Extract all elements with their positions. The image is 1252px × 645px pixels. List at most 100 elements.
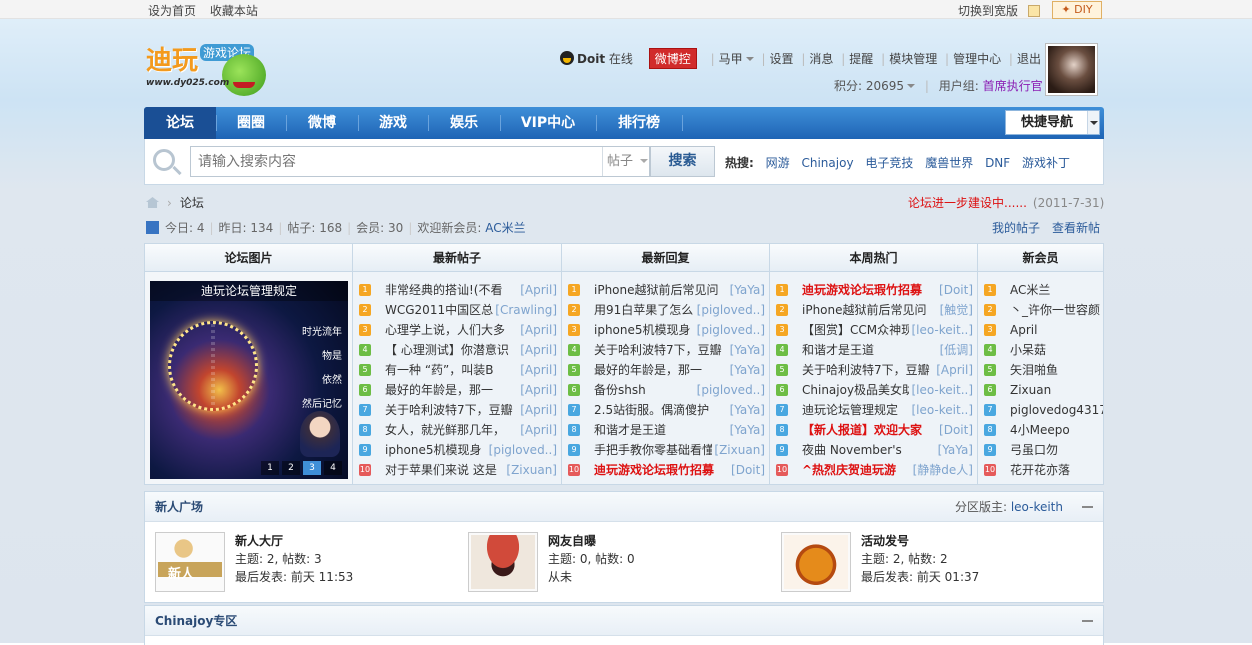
thread-title-link[interactable]: 【新人报道】欢迎大家: [802, 420, 922, 440]
member-name-link[interactable]: 花开花亦落: [1010, 460, 1070, 480]
thread-title-link[interactable]: 心理学上说，人们大多: [385, 320, 505, 340]
quick-nav-dropdown[interactable]: 快捷导航: [1005, 110, 1100, 135]
thread-title-link[interactable]: 用91白苹果了怎么: [594, 300, 693, 320]
nav-item-circles[interactable]: 圈圈: [216, 107, 286, 139]
avatar[interactable]: [1045, 43, 1098, 96]
thread-title-link[interactable]: 手把手教你零基础看懂: [594, 440, 714, 460]
forum-icon[interactable]: [781, 532, 851, 592]
nav-item-weibo[interactable]: 微博: [286, 107, 358, 139]
slideshow-page[interactable]: 3: [303, 461, 321, 475]
moderator-link[interactable]: leo-keith: [1011, 500, 1063, 514]
thread-title-link[interactable]: 和谐才是王道: [594, 420, 666, 440]
thread-title-link[interactable]: 夜曲 November's: [802, 440, 902, 460]
author-link[interactable]: [触觉]: [937, 300, 973, 320]
section-header[interactable]: 新人广场 分区版主: leo-keith: [145, 492, 1103, 522]
wide-layout-icon[interactable]: [1027, 5, 1040, 17]
hot-search-item[interactable]: DNF: [985, 156, 1010, 170]
author-link[interactable]: [April]: [518, 400, 557, 420]
author-link[interactable]: [April]: [934, 360, 973, 380]
weibo-badge[interactable]: 微博控: [648, 48, 697, 69]
majia-menu[interactable]: 马甲: [719, 52, 754, 66]
author-link[interactable]: [April]: [518, 380, 557, 400]
author-link[interactable]: [Crawling]: [493, 300, 557, 320]
hot-search-item[interactable]: 网游: [766, 156, 790, 170]
member-name-link[interactable]: 丶_许你一世容颜: [1010, 300, 1100, 320]
collapse-icon[interactable]: [1082, 620, 1093, 622]
thread-title-link[interactable]: 和谐才是王道: [802, 340, 874, 360]
thread-title-link[interactable]: ^热烈庆贺迪玩游: [802, 460, 896, 480]
collapse-icon[interactable]: [1082, 506, 1093, 508]
hot-search-item[interactable]: Chinajoy: [801, 156, 853, 170]
member-name-link[interactable]: AC米兰: [1010, 280, 1050, 300]
forum-icon[interactable]: [468, 532, 538, 592]
module-manage-link[interactable]: 模块管理: [889, 52, 937, 66]
thread-title-link[interactable]: 备份shsh: [594, 380, 646, 400]
reminders-link[interactable]: 提醒: [849, 52, 873, 66]
author-link[interactable]: [YaYa]: [727, 420, 765, 440]
slideshow-page[interactable]: 4: [324, 461, 342, 475]
author-link[interactable]: [April]: [518, 360, 557, 380]
thread-title-link[interactable]: 2.5站街服。偶滴傻护: [594, 400, 709, 420]
forum-last-post[interactable]: 最后发表: 前天 01:37: [861, 568, 979, 585]
nav-item-rankings[interactable]: 排行榜: [596, 107, 682, 139]
search-scope-select[interactable]: 帖子: [602, 147, 650, 176]
slideshow-image[interactable]: 迪玩论坛管理规定 时光流年 物是 依然 然后记忆 1234: [150, 281, 348, 479]
thread-title-link[interactable]: 关于哈利波特7下，豆瓣: [594, 340, 722, 360]
search-input[interactable]: [191, 147, 601, 176]
author-link[interactable]: [YaYa]: [727, 340, 765, 360]
member-name-link[interactable]: 弓虽口勿: [1010, 440, 1058, 460]
admin-center-link[interactable]: 管理中心: [953, 52, 1001, 66]
author-link[interactable]: [Zixuan]: [504, 460, 557, 480]
new-posts-link[interactable]: 查看新帖: [1052, 221, 1100, 235]
thread-title-link[interactable]: 非常经典的搭讪!(不看: [385, 280, 503, 300]
thread-title-link[interactable]: 关于哈利波特7下，豆瓣: [802, 360, 930, 380]
section-title[interactable]: Chinajoy专区: [155, 614, 237, 628]
settings-link[interactable]: 设置: [770, 52, 794, 66]
site-logo[interactable]: 迪玩 游戏论坛 www.dy025.com: [144, 34, 269, 100]
author-link[interactable]: [leo-keit..]: [909, 400, 973, 420]
hot-search-item[interactable]: 电子竞技: [865, 156, 913, 170]
author-link[interactable]: [静静de人]: [910, 460, 973, 480]
points-menu[interactable]: 积分: 20695: [834, 79, 916, 93]
author-link[interactable]: [pigloved..]: [694, 380, 765, 400]
nav-item-forum[interactable]: 论坛: [144, 107, 216, 139]
nav-item-vip[interactable]: VIP中心: [500, 107, 596, 139]
search-button[interactable]: 搜索: [650, 146, 715, 177]
thread-title-link[interactable]: 迪玩论坛管理规定: [802, 400, 898, 420]
author-link[interactable]: [YaYa]: [935, 440, 973, 460]
hot-search-item[interactable]: 游戏补丁: [1022, 156, 1070, 170]
forum-name[interactable]: 活动发号: [861, 532, 909, 549]
set-home-link[interactable]: 设为首页: [148, 4, 196, 18]
thread-title-link[interactable]: WCG2011中国区总: [385, 300, 493, 320]
thread-title-link[interactable]: 最好的年龄是，那一: [385, 380, 493, 400]
thread-title-link[interactable]: 【图赏】CCM众神现: [802, 320, 913, 340]
thread-title-link[interactable]: iPhone越狱前后常见问: [802, 300, 927, 320]
home-icon[interactable]: [146, 197, 159, 208]
author-link[interactable]: [leo-keit..]: [909, 320, 973, 340]
thread-title-link[interactable]: 迪玩游戏论坛瑕竹招募: [594, 460, 714, 480]
author-link[interactable]: [Doit]: [937, 280, 973, 300]
slideshow-page[interactable]: 2: [282, 461, 300, 475]
author-link[interactable]: [pigloved..]: [694, 300, 765, 320]
forum-icon[interactable]: 新人: [155, 532, 225, 592]
thread-title-link[interactable]: 迪玩游戏论坛瑕竹招募: [802, 280, 922, 300]
member-name-link[interactable]: 小呆菇: [1010, 340, 1046, 360]
newest-member-link[interactable]: AC米兰: [485, 221, 525, 235]
author-link[interactable]: [YaYa]: [727, 400, 765, 420]
thread-title-link[interactable]: Chinajoy极品美女助: [802, 380, 914, 400]
thread-title-link[interactable]: 关于哈利波特7下，豆瓣: [385, 400, 513, 420]
diy-button[interactable]: ✦ DIY: [1052, 1, 1102, 19]
thread-title-link[interactable]: 有一种 “药”，叫装B: [385, 360, 493, 380]
author-link[interactable]: [低调]: [937, 340, 973, 360]
thread-title-link[interactable]: 女人，就光鲜那几年，: [385, 420, 505, 440]
user-group[interactable]: 首席执行官: [983, 79, 1043, 93]
author-link[interactable]: [pigloved..]: [486, 440, 557, 460]
author-link[interactable]: [YaYa]: [727, 360, 765, 380]
member-name-link[interactable]: April: [1010, 320, 1037, 340]
author-link[interactable]: [Doit]: [937, 420, 973, 440]
thread-title-link[interactable]: iphone5机模现身: [594, 320, 691, 340]
thread-title-link[interactable]: 最好的年龄是，那一: [594, 360, 702, 380]
author-link[interactable]: [April]: [518, 340, 557, 360]
member-name-link[interactable]: piglovedog4317: [1010, 400, 1103, 420]
author-link[interactable]: [April]: [518, 280, 557, 300]
